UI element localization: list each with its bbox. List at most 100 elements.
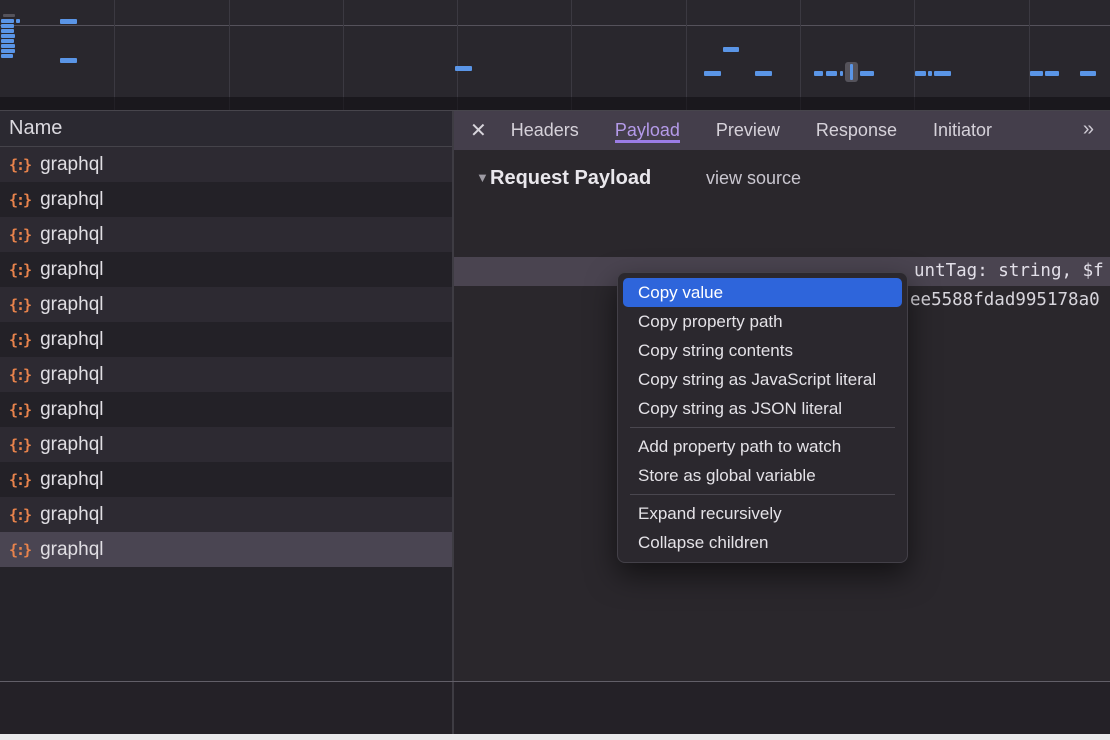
overview-bottom-band (0, 97, 1110, 110)
json-braces-icon: {:} (9, 296, 30, 314)
network-activity-bar (1045, 71, 1059, 76)
network-activity-bar (1, 19, 14, 23)
network-activity-bar (3, 14, 15, 17)
json-braces-icon: {:} (9, 331, 30, 349)
network-activity-bar (1030, 71, 1043, 76)
overview-gridline (114, 0, 115, 110)
network-activity-bar (1, 24, 14, 28)
overview-gridline (0, 25, 1110, 26)
json-braces-icon: {:} (9, 226, 30, 244)
network-request-row[interactable]: {:} graphql (0, 147, 452, 182)
json-braces-icon: {:} (9, 191, 30, 209)
network-activity-bar (1, 54, 13, 58)
network-request-row[interactable]: {:} graphql (0, 532, 452, 567)
tab-preview[interactable]: Preview (716, 120, 780, 140)
panel-divider[interactable] (452, 111, 454, 734)
request-name-label: graphql (40, 189, 103, 211)
details-tabs: Headers Payload Preview Response Initiator (511, 112, 1028, 149)
overview-gridline (343, 0, 344, 110)
network-activity-bar (1, 34, 15, 38)
request-name-label: graphql (40, 504, 103, 526)
name-column-label: Name (9, 117, 62, 140)
json-braces-icon: {:} (9, 261, 30, 279)
name-column-header[interactable]: Name (0, 111, 452, 147)
property-value-right: ee5588fdad995178a0 (910, 286, 1100, 315)
network-activity-bar (915, 71, 926, 76)
network-activity-bar (1, 49, 15, 53)
network-activity-bar (840, 71, 843, 76)
network-request-row[interactable]: {:} graphql (0, 322, 452, 357)
network-activity-bar (1, 29, 14, 33)
view-source-link[interactable]: view source (706, 162, 801, 194)
close-icon[interactable]: ✕ (470, 118, 487, 143)
network-activity-bar (826, 71, 837, 76)
menu-item-copy-string-as-javascript-literal[interactable]: Copy string as JavaScript literal (618, 365, 907, 394)
network-activity-bar (60, 58, 77, 63)
footer-divider (0, 681, 1110, 682)
network-activity-bar (934, 71, 951, 76)
json-braces-icon: {:} (9, 471, 30, 489)
payload-preview-row[interactable]: ▼ {operationName: "ipFlowTimeseries", va… (454, 198, 1110, 228)
network-activity-bar (723, 47, 739, 52)
json-braces-icon: {:} (9, 541, 30, 559)
network-request-row[interactable]: {:} graphql (0, 462, 452, 497)
devtools-window: Name {:} graphql {:} graphql {:} graphql {:} gr… (0, 0, 1110, 740)
overview-gridline (571, 0, 572, 110)
network-activity-bar (755, 71, 772, 76)
network-request-row[interactable]: {:} graphql (0, 392, 452, 427)
menu-item-collapse-children[interactable]: Collapse children (618, 528, 907, 557)
menu-item-copy-string-as-json-literal[interactable]: Copy string as JSON literal (618, 394, 907, 423)
menu-separator (630, 427, 895, 428)
network-request-row[interactable]: {:}graphql (0, 357, 452, 392)
menu-item-add-property-path-to-watch[interactable]: Add property path to watch (618, 432, 907, 461)
request-name-label: graphql (40, 539, 103, 561)
network-request-row[interactable]: {:}graphql (0, 427, 452, 462)
overview-gridline (800, 0, 801, 110)
request-name-label: graphql (40, 329, 103, 351)
network-activity-bar (1, 39, 14, 43)
json-braces-icon: {:} (9, 366, 30, 384)
disclosure-triangle-icon[interactable]: ▼ (476, 162, 489, 194)
overview-selection-tick (850, 64, 853, 80)
request-name-label: graphql (40, 224, 103, 246)
page-edge (0, 734, 1110, 740)
tab-payload[interactable]: Payload (615, 120, 680, 143)
request-payload-section: ▼ Request Payload view source (454, 162, 1110, 194)
request-name-label: graphql (40, 434, 103, 456)
status-footer (0, 682, 1110, 734)
menu-item-expand-recursively[interactable]: Expand recursively (618, 499, 907, 528)
network-request-row[interactable]: {:} graphql (0, 217, 452, 252)
context-menu: Copy valueCopy property pathCopy string … (617, 272, 908, 563)
overview-gridline (229, 0, 230, 110)
network-request-row[interactable]: {:} graphql (0, 182, 452, 217)
request-name-label: graphql (40, 399, 103, 421)
json-braces-icon: {:} (9, 506, 30, 524)
menu-item-store-as-global-variable[interactable]: Store as global variable (618, 461, 907, 490)
request-name-label: graphql (40, 259, 103, 281)
tab-initiator[interactable]: Initiator (933, 120, 992, 140)
operation-name-row[interactable]: operationName: "ipFlowTimeseries" (454, 228, 1110, 257)
menu-item-copy-value[interactable]: Copy value (623, 278, 902, 307)
network-request-row[interactable]: {:} graphql (0, 287, 452, 322)
request-name-label: graphql (40, 294, 103, 316)
tab-response[interactable]: Response (816, 120, 897, 140)
network-activity-bar (1080, 71, 1096, 76)
network-activity-bar (814, 71, 823, 76)
network-request-row[interactable]: {:} graphql (0, 497, 452, 532)
tab-headers[interactable]: Headers (511, 120, 579, 140)
request-list-panel: Name {:} graphql {:} graphql {:} graphql {:} gr… (0, 111, 452, 681)
menu-separator (630, 494, 895, 495)
json-braces-icon: {:} (9, 156, 30, 174)
menu-item-copy-string-contents[interactable]: Copy string contents (618, 336, 907, 365)
network-request-row[interactable]: {:} graphql (0, 252, 452, 287)
request-name-label: graphql (40, 469, 103, 491)
details-tabbar: ✕ Headers Payload Preview Response Initiator… (454, 111, 1110, 150)
more-tabs-icon[interactable]: » (1083, 111, 1094, 150)
network-overview[interactable] (0, 0, 1110, 110)
section-title: Request Payload (490, 162, 651, 194)
menu-item-copy-property-path[interactable]: Copy property path (618, 307, 907, 336)
network-activity-bar (704, 71, 721, 76)
request-name-label: graphql (40, 154, 103, 176)
json-braces-icon: {:} (9, 401, 30, 419)
overview-gridline (457, 0, 458, 110)
